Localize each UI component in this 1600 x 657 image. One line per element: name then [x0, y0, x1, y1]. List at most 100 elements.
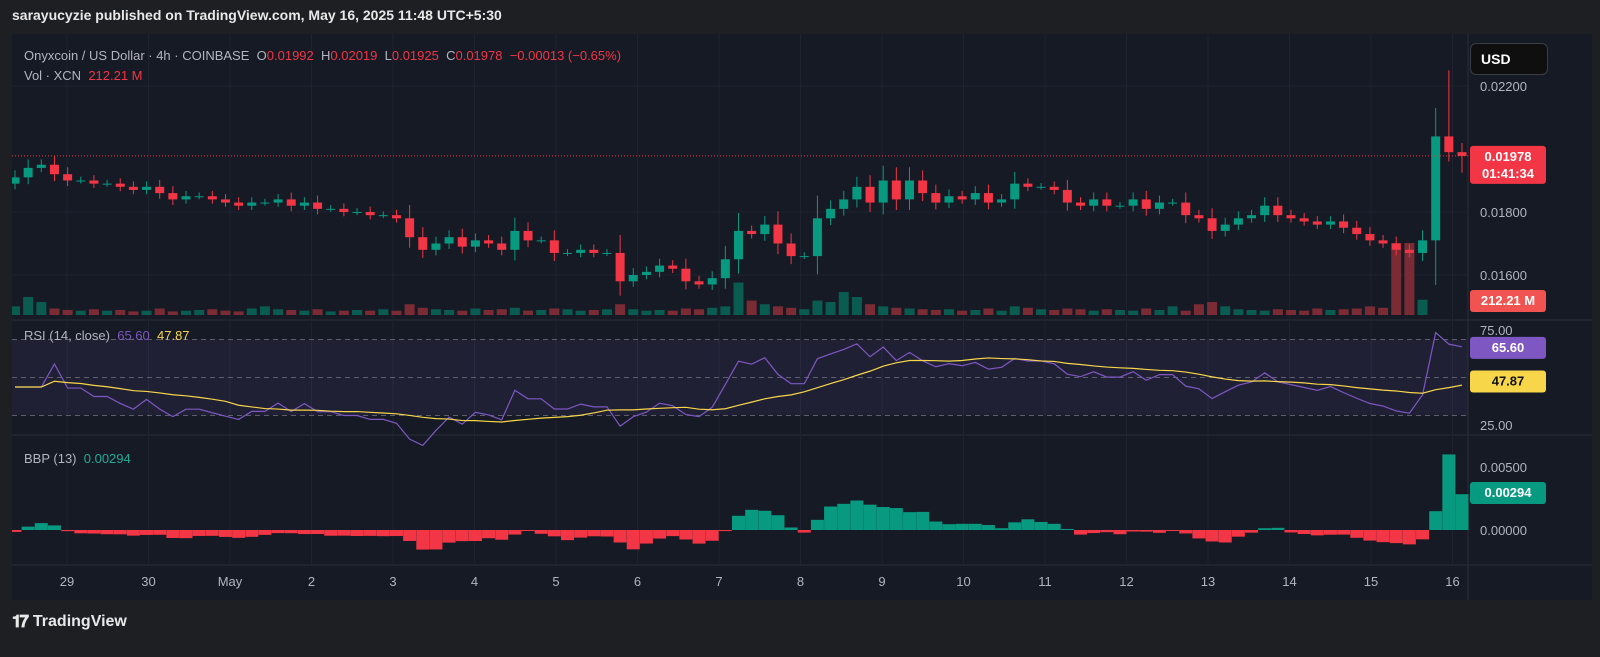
- low-value: 0.01925: [391, 48, 439, 63]
- volume-bar: [1128, 310, 1139, 315]
- volume-bar: [825, 302, 836, 315]
- open-label: O: [256, 48, 267, 63]
- volume-bar: [917, 309, 928, 315]
- volume-bar: [1167, 306, 1178, 315]
- candle-body: [1023, 183, 1033, 187]
- bbp-bar: [981, 525, 995, 530]
- bbp-bar: [837, 503, 851, 530]
- candle-body: [734, 230, 743, 260]
- bbp-bar: [1192, 530, 1206, 539]
- bbp-bar: [21, 526, 35, 530]
- candle-body: [313, 202, 323, 209]
- time-axis-label: 5: [552, 574, 559, 589]
- candle-body: [852, 186, 862, 200]
- bbp-bar: [1297, 530, 1311, 535]
- symbol-title[interactable]: Onyxcoin / US Dollar · 4h · COINBASE: [24, 48, 249, 63]
- candle-body: [12, 177, 20, 184]
- time-axis-label: May: [218, 574, 243, 589]
- volume-bar: [62, 309, 73, 315]
- volume-bar: [878, 306, 889, 315]
- volume-bar: [430, 309, 441, 315]
- candle-body: [1076, 202, 1086, 206]
- volume-label[interactable]: Vol · XCN: [24, 68, 81, 83]
- candle-body: [431, 243, 441, 250]
- candle-body: [1378, 240, 1388, 244]
- volume-bar: [799, 309, 810, 315]
- bbp-bar: [903, 512, 917, 530]
- candle-body: [589, 249, 599, 253]
- time-axis-label: 30: [141, 574, 155, 589]
- volume-bar: [628, 309, 639, 315]
- volume-bar: [1364, 306, 1375, 315]
- chart-canvas[interactable]: 0.02200 0.01800 0.01600 75.00 25.00 0.00500 0.…: [12, 34, 1592, 600]
- candle-body: [997, 199, 1007, 203]
- volume-bar: [759, 304, 770, 315]
- candle-body: [773, 224, 783, 244]
- candle-body: [234, 202, 244, 206]
- bbp-bar: [1429, 511, 1443, 530]
- candle-body: [1181, 202, 1191, 216]
- time-axis-label: 9: [878, 574, 885, 589]
- bbp-bar: [679, 530, 693, 540]
- candle-body: [76, 180, 86, 182]
- bbp-bar: [916, 511, 930, 530]
- bbp-bar: [732, 515, 745, 530]
- volume-bar: [996, 310, 1007, 315]
- volume-bar: [1009, 306, 1020, 315]
- open-value: 0.01992: [266, 48, 314, 63]
- volume-bar: [707, 307, 718, 315]
- time-axis-label: 10: [956, 574, 970, 589]
- currency-button[interactable]: USD: [1470, 43, 1548, 75]
- candle-body: [957, 196, 967, 200]
- candle-body: [1273, 205, 1283, 216]
- candle-body: [839, 199, 849, 209]
- bbp-bar: [692, 530, 706, 544]
- bbp-bar: [1060, 528, 1074, 530]
- bbp-bar: [1442, 454, 1456, 530]
- volume-bar: [1193, 304, 1204, 315]
- bbp-bar: [363, 530, 377, 536]
- volume-bar: [772, 306, 783, 315]
- bbp-bar: [1310, 530, 1324, 536]
- close-value: 0.01978: [455, 48, 503, 63]
- time-axis-label: 13: [1201, 574, 1215, 589]
- candle-body: [1168, 202, 1178, 204]
- volume-bar: [575, 310, 586, 315]
- bbp-bar: [1402, 530, 1416, 545]
- bbp-bar: [784, 527, 798, 530]
- bbp-bar: [1100, 530, 1114, 533]
- bbp-bar: [1008, 522, 1022, 530]
- bbp-bar: [100, 530, 114, 535]
- volume-bar: [12, 306, 20, 315]
- bbp-bar: [547, 530, 561, 537]
- volume-bar: [273, 309, 284, 315]
- volume-bar: [299, 310, 310, 315]
- bbp-bar: [416, 530, 430, 550]
- candle-body: [1325, 221, 1335, 225]
- candle-body: [1010, 183, 1020, 200]
- bbp-bar: [968, 523, 982, 530]
- bbp-bar: [205, 530, 219, 536]
- footer: 𝟏𝟕 TradingView: [0, 600, 1600, 657]
- bbp-bar: [429, 530, 443, 550]
- volume-bar: [181, 310, 192, 315]
- volume-bar: [812, 300, 823, 315]
- candle-body: [247, 202, 257, 206]
- volume-bar: [483, 309, 494, 315]
- rsi-label[interactable]: RSI (14, close): [24, 328, 110, 343]
- tradingview-logo[interactable]: 𝟏𝟕 TradingView: [12, 612, 127, 632]
- candle-body: [36, 164, 46, 168]
- candle-body: [220, 199, 230, 203]
- chart-area[interactable]: 0.02200 0.01800 0.01600 75.00 25.00 0.00500 0.…: [12, 34, 1592, 600]
- volume-bar: [509, 307, 520, 315]
- volume-bar: [904, 308, 915, 315]
- volume-bar: [957, 310, 968, 315]
- candle-body: [523, 230, 533, 241]
- bbp-label[interactable]: BBP (13): [24, 451, 77, 466]
- bbp-tick-label: 0.00000: [1480, 523, 1527, 538]
- candle-body: [1049, 186, 1059, 190]
- candle-body: [1286, 215, 1296, 219]
- bbp-bar: [889, 508, 903, 530]
- bbp-bar: [797, 530, 811, 533]
- bbp-value: 0.00294: [83, 451, 131, 466]
